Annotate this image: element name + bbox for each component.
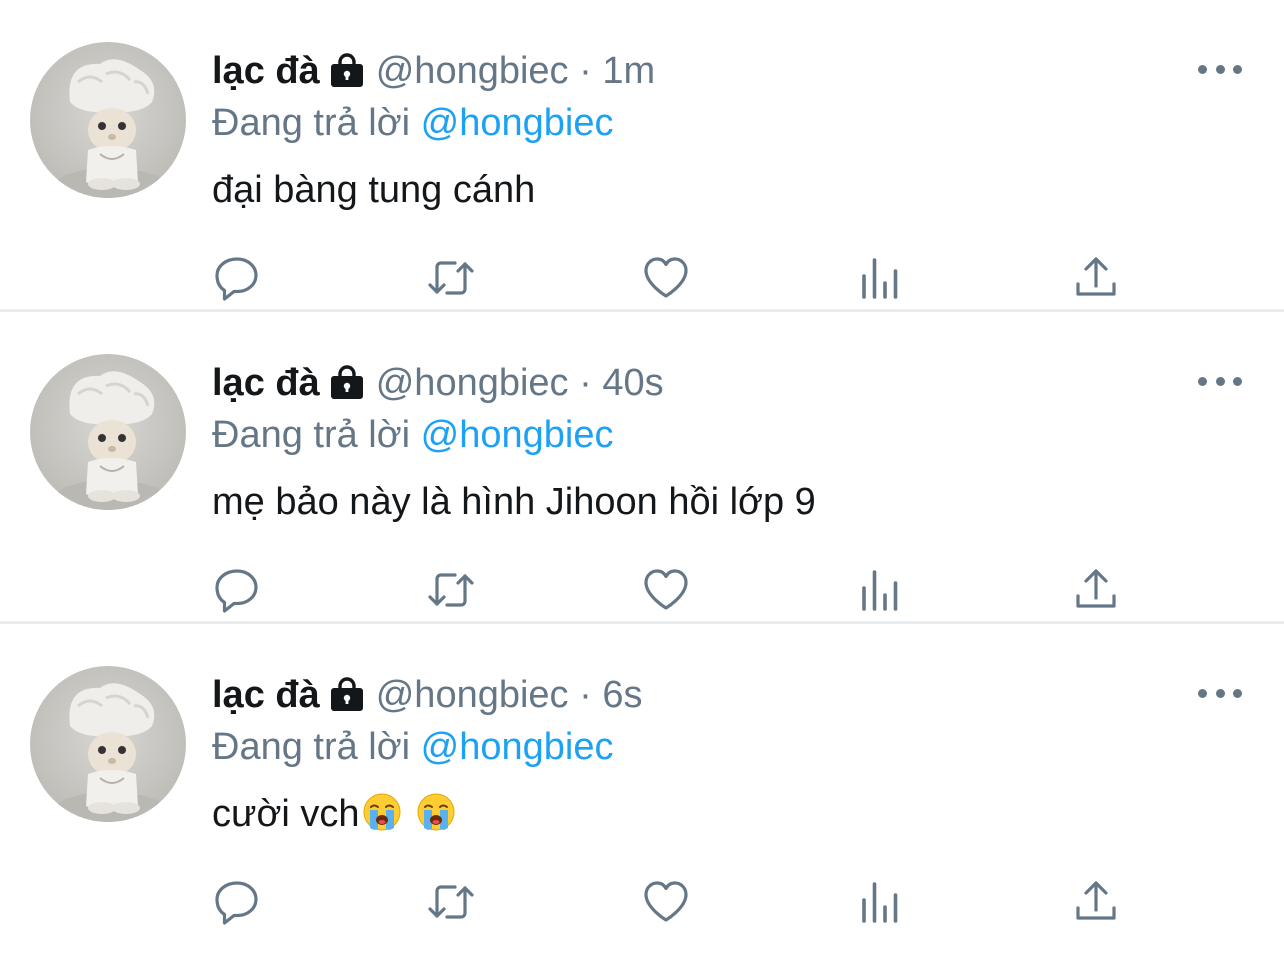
tweet[interactable]: lạc đà @hongbiec · 6s Đang trả lời @hongb… xyxy=(0,624,1284,936)
more-icon[interactable] xyxy=(1198,364,1242,398)
share-icon[interactable] xyxy=(1070,876,1122,928)
avatar[interactable] xyxy=(30,666,186,822)
reply-mention-link[interactable]: @hongbiec xyxy=(421,414,614,456)
tweet-header: lạc đà @hongbiec · 1m xyxy=(212,46,655,101)
user-handle[interactable]: @hongbiec xyxy=(376,362,569,404)
display-name[interactable]: lạc đà xyxy=(212,674,320,716)
user-handle[interactable]: @hongbiec xyxy=(376,50,569,92)
retweet-icon[interactable] xyxy=(425,564,477,616)
analytics-icon[interactable] xyxy=(855,564,907,616)
tweet-header: lạc đà @hongbiec · 40s xyxy=(212,358,664,413)
reply-context: Đang trả lời @hongbiec xyxy=(212,410,614,460)
lock-icon xyxy=(328,51,366,101)
reply-prefix: Đang trả lời xyxy=(212,414,411,456)
tweet-time[interactable]: · 6s xyxy=(579,674,642,716)
tweet-text: đại bàng tung cánh xyxy=(212,165,535,215)
share-icon[interactable] xyxy=(1070,252,1122,304)
display-name[interactable]: lạc đà xyxy=(212,362,320,404)
reply-mention-link[interactable]: @hongbiec xyxy=(421,726,614,768)
reply-mention-link[interactable]: @hongbiec xyxy=(421,102,614,144)
more-icon[interactable] xyxy=(1198,52,1242,86)
lock-icon xyxy=(328,363,366,413)
analytics-icon[interactable] xyxy=(855,252,907,304)
tweet-text-content: đại bàng tung cánh xyxy=(212,169,536,211)
avatar[interactable] xyxy=(30,354,186,510)
tweet-text: mẹ bảo này là hình Jihoon hồi lớp 9 xyxy=(212,477,816,527)
like-icon[interactable] xyxy=(640,876,692,928)
reply-context: Đang trả lời @hongbiec xyxy=(212,98,614,148)
timeline: lạc đà @hongbiec · 1m Đang trả lời @hongb… xyxy=(0,0,1284,936)
tweet-text-content: mẹ bảo này là hình Jihoon hồi lớp 9 xyxy=(212,481,816,523)
like-icon[interactable] xyxy=(640,252,692,304)
share-icon[interactable] xyxy=(1070,564,1122,616)
crying-face-icon xyxy=(362,792,402,845)
more-icon[interactable] xyxy=(1198,676,1242,710)
reply-prefix: Đang trả lời xyxy=(212,726,411,768)
reply-icon[interactable] xyxy=(211,252,263,304)
like-icon[interactable] xyxy=(640,564,692,616)
tweet-text-content: cười vch xyxy=(212,793,360,835)
tweet[interactable]: lạc đà @hongbiec · 40s Đang trả lời @hong… xyxy=(0,312,1284,624)
reply-icon[interactable] xyxy=(211,876,263,928)
avatar[interactable] xyxy=(30,42,186,198)
tweet-text: cười vch xyxy=(212,789,456,845)
retweet-icon[interactable] xyxy=(425,252,477,304)
tweet-time[interactable]: · 40s xyxy=(579,362,663,404)
tweet[interactable]: lạc đà @hongbiec · 1m Đang trả lời @hongb… xyxy=(0,0,1284,312)
retweet-icon[interactable] xyxy=(425,876,477,928)
reply-context: Đang trả lời @hongbiec xyxy=(212,722,614,772)
user-handle[interactable]: @hongbiec xyxy=(376,674,569,716)
tweet-time[interactable]: · 1m xyxy=(579,50,655,92)
reply-icon[interactable] xyxy=(211,564,263,616)
lock-icon xyxy=(328,675,366,725)
reply-prefix: Đang trả lời xyxy=(212,102,411,144)
display-name[interactable]: lạc đà xyxy=(212,50,320,92)
analytics-icon[interactable] xyxy=(855,876,907,928)
tweet-header: lạc đà @hongbiec · 6s xyxy=(212,670,642,725)
crying-face-icon xyxy=(416,792,456,845)
